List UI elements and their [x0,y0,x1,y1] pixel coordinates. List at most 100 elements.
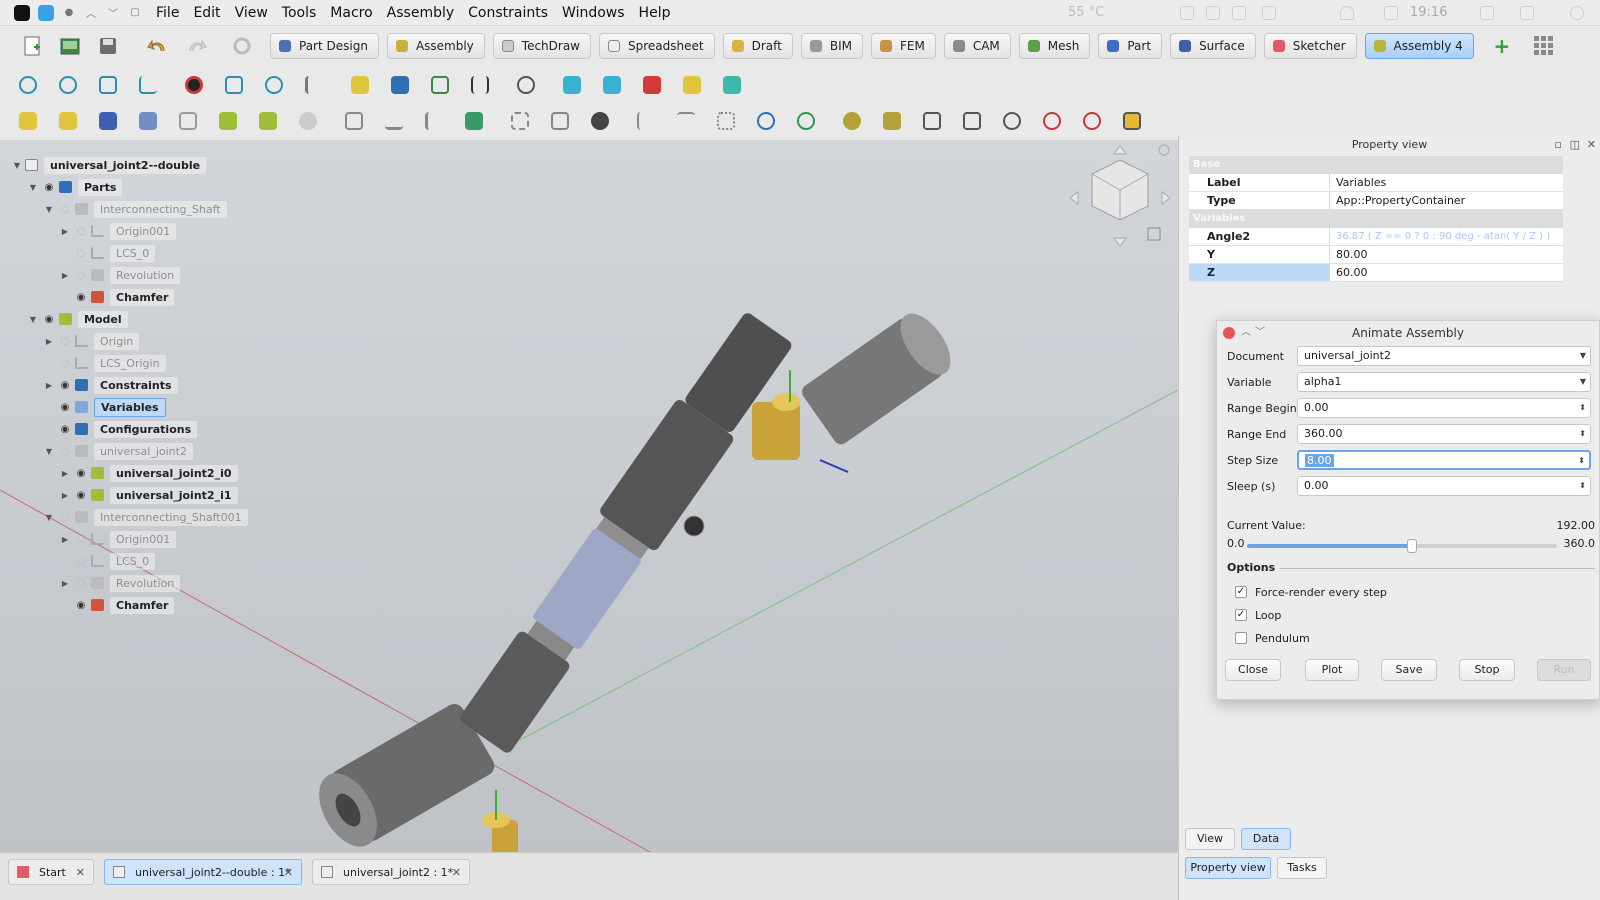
tree-item-interconnecting-shaft001[interactable]: ▼ ◌ Interconnecting_Shaft001 [44,507,248,527]
check-interference-icon[interactable] [1078,107,1106,135]
tree-item-lcs-0-b[interactable]: ◌ LCS_0 [70,551,156,571]
parts-list-icon[interactable] [918,107,946,135]
property-row[interactable]: Z 60.00 [1189,264,1563,282]
chevron-down-icon[interactable]: ▼ [28,183,38,192]
eye-hidden-icon[interactable]: ◌ [74,248,88,259]
tree-item-revolution-b[interactable]: ▶ ◌ Revolution [60,573,181,593]
measure-icon[interactable] [300,71,328,99]
close-tab-icon[interactable]: ✕ [452,866,461,879]
eye-icon[interactable]: ◉ [42,314,56,325]
eye-hidden-icon[interactable]: ◌ [58,358,72,369]
eye-icon[interactable]: ◉ [58,402,72,413]
workbench-cam[interactable]: CAM [943,33,1011,59]
tree-item-root[interactable]: ▼ universal_joint2--double [12,155,207,175]
tray-icon[interactable] [1232,6,1246,20]
eye-hidden-icon[interactable]: ◌ [58,204,72,215]
stop-button[interactable]: Stop [1459,659,1515,681]
place-link-icon[interactable] [254,107,282,135]
chevron-down-icon[interactable]: ▼ [44,513,54,522]
wifi-icon[interactable] [1340,6,1354,20]
workbench-assembly[interactable]: Assembly [386,33,485,59]
eye-hidden-icon[interactable]: ◌ [74,534,88,545]
property-row[interactable]: Angle2 36.87 ( Z == 0 ? 0 : 90 deg - atan… [1189,228,1563,246]
hide-icon[interactable] [1038,107,1066,135]
collapse-icon[interactable]: ︿ [1241,321,1251,345]
chevron-down-icon[interactable]: ▼ [44,205,54,214]
close-window-icon[interactable] [1223,327,1235,339]
new-sketch-icon[interactable] [174,107,202,135]
stepper-icon[interactable]: ⬍ [1579,477,1586,495]
right-view-icon[interactable] [638,71,666,99]
force-render-checkbox[interactable]: ✓ Force-render every step [1235,583,1387,601]
workbench-part[interactable]: Part [1098,33,1163,59]
tree-item-model[interactable]: ▼ ◉ Model [28,309,128,329]
fit-all-icon[interactable] [14,71,42,99]
chevron-right-icon[interactable]: ▶ [44,337,54,346]
part-icon[interactable] [346,71,374,99]
eye-hidden-icon[interactable]: ◌ [74,556,88,567]
menu-file[interactable]: File [156,5,179,21]
new-lcs-icon[interactable] [340,107,368,135]
animate-icon[interactable] [1118,107,1146,135]
chevron-right-icon[interactable]: ▶ [60,579,70,588]
whats-this-icon[interactable] [512,71,540,99]
isometric-view-icon[interactable] [94,71,122,99]
save-document-button[interactable] [94,32,122,60]
tree-item-origin001-b[interactable]: ▶ ◌ Origin001 [60,529,177,549]
chevron-right-icon[interactable]: ▶ [60,469,70,478]
workbench-draft[interactable]: Draft [722,33,793,59]
menu-macro[interactable]: Macro [330,5,372,21]
workbench-mesh[interactable]: Mesh [1018,33,1091,59]
tree-item-universal-joint2-i1[interactable]: ▶ ◉ universal_joint2_i1 [60,485,238,505]
top-view-icon[interactable] [598,71,626,99]
chevron-right-icon[interactable]: ▶ [44,381,54,390]
close-tab-icon[interactable]: ✕ [76,866,85,879]
tab-property-view[interactable]: Property view [1185,857,1271,879]
tab-start[interactable]: Start ✕ [8,859,94,885]
pendulum-checkbox[interactable]: Pendulum [1235,629,1310,647]
link-icon[interactable] [426,71,454,99]
tray-icon[interactable] [1180,6,1194,20]
current-value-slider[interactable] [1247,539,1557,553]
expand-icon[interactable]: ﹀ [1255,321,1265,345]
bill-of-materials-icon[interactable] [958,107,986,135]
slider-handle[interactable] [1407,539,1418,553]
tree-item-origin001[interactable]: ▶ ◌ Origin001 [60,221,177,241]
tree-item-interconnecting-shaft[interactable]: ▼ ◌ Interconnecting_Shaft [44,199,227,219]
box-zoom-icon[interactable] [220,71,248,99]
circular-array-icon[interactable] [712,107,740,135]
redo-button[interactable] [182,32,210,60]
chevron-down-icon[interactable]: ▼ [44,447,54,456]
variables-icon[interactable] [752,107,780,135]
chevron-down-icon[interactable]: ▼ [28,315,38,324]
new-model-icon[interactable] [14,107,42,135]
eye-icon[interactable]: ◉ [74,468,88,479]
add-variable-icon[interactable] [792,107,820,135]
workbench-part-design[interactable]: Part Design [270,33,379,59]
stepper-icon[interactable]: ⬍ [1579,425,1586,443]
array-icon[interactable] [672,107,700,135]
mirror-icon[interactable] [632,107,660,135]
window-icon[interactable]: ▢ [128,6,142,20]
tree-item-chamfer-b[interactable]: ◉ Chamfer [70,595,175,615]
property-group-variables[interactable]: Variables [1189,210,1563,228]
tree-item-configurations[interactable]: ◉ Configurations [54,419,198,439]
tab-tasks[interactable]: Tasks [1277,857,1327,879]
workbench-surface[interactable]: Surface [1170,33,1256,59]
app-icon[interactable] [38,4,54,21]
eye-icon[interactable]: ◉ [74,600,88,611]
chevron-right-icon[interactable]: ▶ [60,535,70,544]
front-view-icon[interactable] [558,71,586,99]
tree-item-origin[interactable]: ▶ ◌ Origin [44,331,140,351]
tray-icon[interactable] [1206,6,1220,20]
tree-item-chamfer[interactable]: ◉ Chamfer [70,287,175,307]
workbench-fem[interactable]: FEM [870,33,936,59]
insert-link-icon[interactable] [214,107,242,135]
run-button[interactable]: Run [1537,659,1591,681]
add-workbench-button[interactable]: + [1488,32,1516,60]
record-icon[interactable]: ● [62,6,76,20]
range-begin-input[interactable]: 0.00 ⬍ [1297,398,1591,418]
navigation-cube[interactable] [1068,142,1172,252]
tree-item-lcs-0[interactable]: ◌ LCS_0 [70,243,156,263]
battery-icon[interactable] [1384,6,1398,20]
